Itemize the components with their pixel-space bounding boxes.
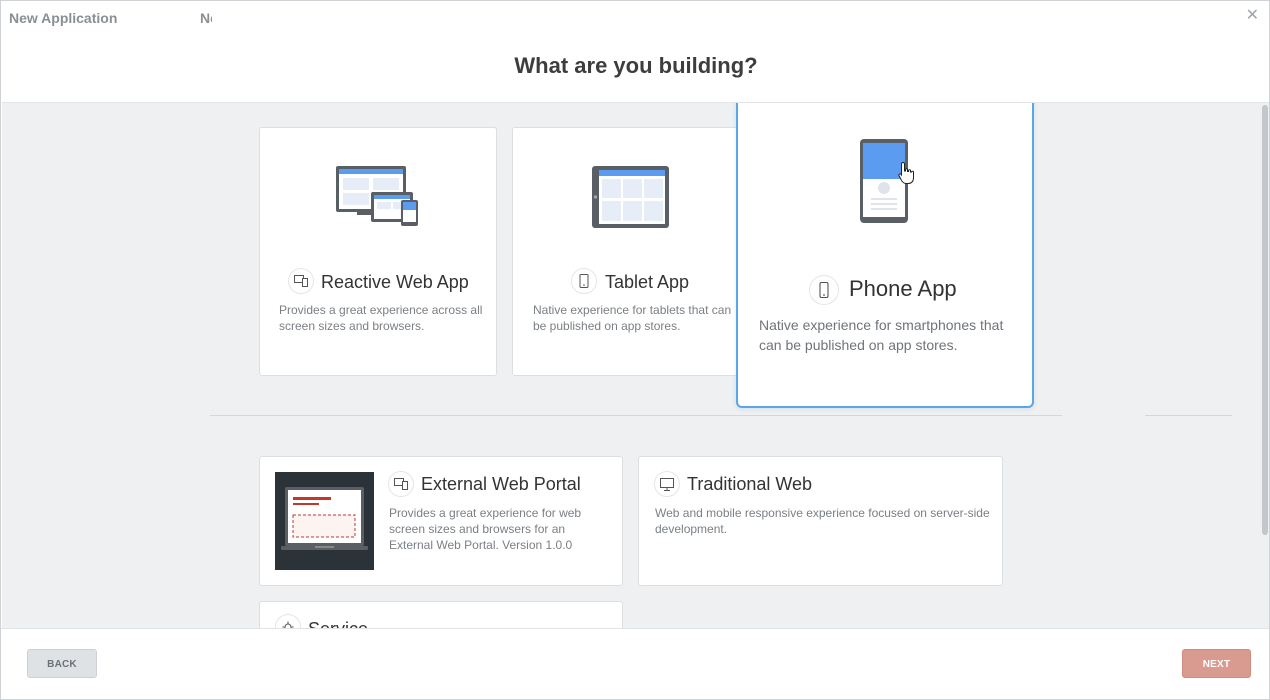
close-icon[interactable]: ✕ bbox=[1246, 7, 1259, 25]
dialog-footer: BACK NEXT bbox=[1, 628, 1269, 699]
vertical-scrollbar[interactable] bbox=[1261, 103, 1269, 628]
traditional-web-card[interactable]: Traditional Web Web and mobile responsiv… bbox=[638, 456, 1003, 586]
page-title: What are you building? bbox=[514, 53, 758, 78]
section-divider bbox=[210, 415, 1062, 416]
service-icon bbox=[275, 614, 301, 628]
tablet-icon bbox=[571, 268, 597, 294]
devices-icon bbox=[388, 471, 414, 497]
phone-app-card[interactable]: Phone App Native experience for smartpho… bbox=[736, 103, 1034, 408]
card-title: External Web Portal bbox=[421, 474, 581, 494]
monitor-icon bbox=[654, 471, 680, 497]
app-type-list: Reactive Web App Provides a great experi… bbox=[2, 102, 1269, 628]
devices-illustration bbox=[336, 166, 418, 226]
next-button[interactable]: NEXT bbox=[1182, 649, 1251, 678]
section-divider bbox=[1145, 415, 1232, 416]
card-title: Phone App bbox=[849, 276, 957, 301]
new-application-dialog: New Application Ne ✕ What are you buildi… bbox=[0, 0, 1270, 700]
back-button[interactable]: BACK bbox=[27, 649, 97, 678]
tab-stub[interactable]: Ne bbox=[200, 10, 212, 26]
service-card[interactable]: Service bbox=[259, 601, 623, 628]
reactive-web-app-card[interactable]: Reactive Web App Provides a great experi… bbox=[259, 127, 497, 376]
phone-icon bbox=[809, 275, 839, 305]
card-description: Native experience for tablets that can b… bbox=[533, 303, 732, 333]
card-description: Native experience for smartphones that c… bbox=[759, 317, 1004, 353]
title-bar: New Application Ne ✕ bbox=[1, 1, 1269, 37]
portal-thumbnail bbox=[275, 472, 374, 570]
card-title: Traditional Web bbox=[687, 474, 813, 494]
devices-icon bbox=[288, 268, 314, 294]
external-web-portal-card[interactable]: External Web Portal Provides a great exp… bbox=[259, 456, 623, 586]
card-description: Web and mobile responsive experience foc… bbox=[655, 506, 990, 536]
hand-cursor-icon bbox=[898, 161, 914, 184]
window-title: New Application bbox=[9, 10, 118, 26]
card-title: Tablet App bbox=[605, 272, 690, 292]
card-description: Provides a great experience for web scre… bbox=[389, 506, 582, 552]
card-description: Provides a great experience across all s… bbox=[279, 303, 483, 333]
scrollbar-thumb[interactable] bbox=[1262, 105, 1268, 535]
card-title: Service bbox=[308, 619, 368, 628]
card-title: Reactive Web App bbox=[321, 272, 469, 292]
tablet-illustration bbox=[592, 166, 669, 228]
tablet-app-card[interactable]: Tablet App Native experience for tablets… bbox=[512, 127, 752, 376]
